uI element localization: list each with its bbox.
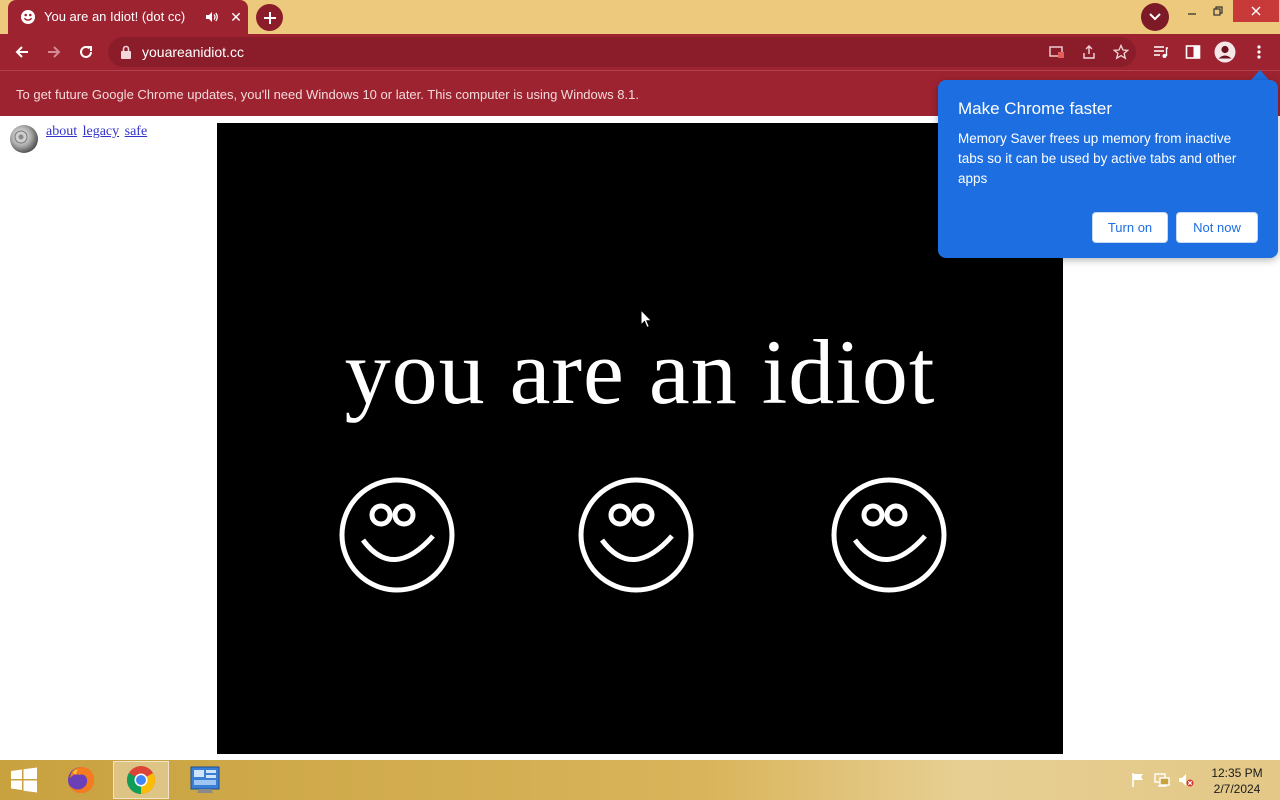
about-link[interactable]: about [46, 124, 77, 139]
safe-link[interactable]: safe [125, 124, 148, 139]
mouse-cursor-icon [640, 309, 653, 329]
clock-time: 12:35 PM [1211, 766, 1263, 780]
taskbar-firefox[interactable] [53, 761, 109, 799]
tab-search-button[interactable] [1141, 3, 1169, 31]
side-panel-icon [1185, 45, 1201, 59]
audio-playing-icon[interactable] [204, 9, 220, 25]
url-text[interactable]: youareanidiot.cc [142, 44, 244, 60]
sound-blocked-indicator[interactable] [1046, 41, 1068, 63]
turn-on-button[interactable]: Turn on [1092, 212, 1168, 243]
network-icon[interactable] [1154, 772, 1170, 788]
tab-title: You are an Idiot! (dot cc) [44, 9, 186, 24]
lock-icon[interactable] [120, 45, 132, 59]
smiley-face-icon [578, 477, 694, 593]
page-links: about legacy safe [46, 124, 149, 140]
close-icon [1251, 6, 1261, 16]
tab-close-icon[interactable]: ✕ [226, 7, 246, 27]
side-panel-button[interactable] [1179, 38, 1207, 66]
share-icon [1083, 45, 1095, 59]
playlist-icon [1154, 46, 1168, 58]
address-bar[interactable]: youareanidiot.cc [108, 37, 1136, 67]
reload-button[interactable] [72, 38, 100, 66]
bubble-title: Make Chrome faster [958, 99, 1112, 118]
volume-muted-icon[interactable] [1178, 772, 1194, 788]
profile-button[interactable] [1211, 38, 1239, 66]
speaker-icon[interactable] [8, 123, 40, 155]
smiley-favicon-icon [21, 10, 35, 24]
chrome-icon [127, 766, 155, 794]
windows-taskbar: 12:35 PM 2/7/2024 [0, 760, 1280, 800]
screen: You are an Idiot! (dot cc) ✕ youareanidi… [0, 0, 1280, 800]
tab-youareanidiot[interactable]: You are an Idiot! (dot cc) ✕ [8, 0, 248, 34]
taskbar-control-panel[interactable] [177, 761, 233, 799]
control-panel-icon [190, 766, 220, 793]
avatar-icon [1214, 41, 1236, 63]
restore-button[interactable] [1202, 0, 1234, 22]
star-icon [1113, 44, 1129, 60]
legacy-link[interactable]: legacy [83, 124, 120, 139]
window-close-button[interactable] [1233, 0, 1279, 22]
tab-strip: You are an Idiot! (dot cc) ✕ [0, 0, 1280, 34]
bookmark-button[interactable] [1110, 41, 1132, 63]
smiley-face-icon [339, 477, 455, 593]
plus-icon [263, 11, 276, 24]
reload-icon [80, 45, 92, 58]
bubble-body: Memory Saver frees up memory from inacti… [958, 131, 1237, 186]
clock-date: 2/7/2024 [1213, 782, 1261, 796]
windows-start-icon[interactable] [8, 767, 40, 793]
memory-saver-bubble: Make Chrome faster Memory Saver frees up… [938, 80, 1278, 258]
firefox-icon [68, 767, 95, 794]
forward-button[interactable] [40, 38, 68, 66]
headline: you are an idiot [344, 321, 936, 423]
chevron-down-icon [1149, 13, 1161, 21]
arrow-right-icon [48, 46, 61, 58]
not-now-button[interactable]: Not now [1176, 212, 1258, 243]
minimize-icon [1188, 13, 1196, 15]
media-controls-button[interactable] [1147, 38, 1175, 66]
back-button[interactable] [8, 38, 36, 66]
flag-icon[interactable] [1130, 772, 1146, 788]
taskbar-chrome[interactable] [113, 761, 169, 799]
idiot-stage[interactable]: you are an idiot [217, 123, 1063, 754]
smiley-face-icon [831, 477, 947, 593]
arrow-left-icon [15, 46, 28, 58]
infobar-message: To get future Google Chrome updates, you… [16, 87, 639, 102]
chrome-menu-button[interactable] [1245, 38, 1273, 66]
site-content-icon [1049, 46, 1064, 58]
restore-icon [1213, 6, 1223, 16]
browser-toolbar: youareanidiot.cc [0, 34, 1280, 70]
share-button[interactable] [1078, 41, 1100, 63]
kebab-menu-icon [1257, 45, 1261, 59]
new-tab-button[interactable] [256, 4, 283, 31]
system-clock[interactable]: 12:35 PM 2/7/2024 [1202, 765, 1272, 797]
